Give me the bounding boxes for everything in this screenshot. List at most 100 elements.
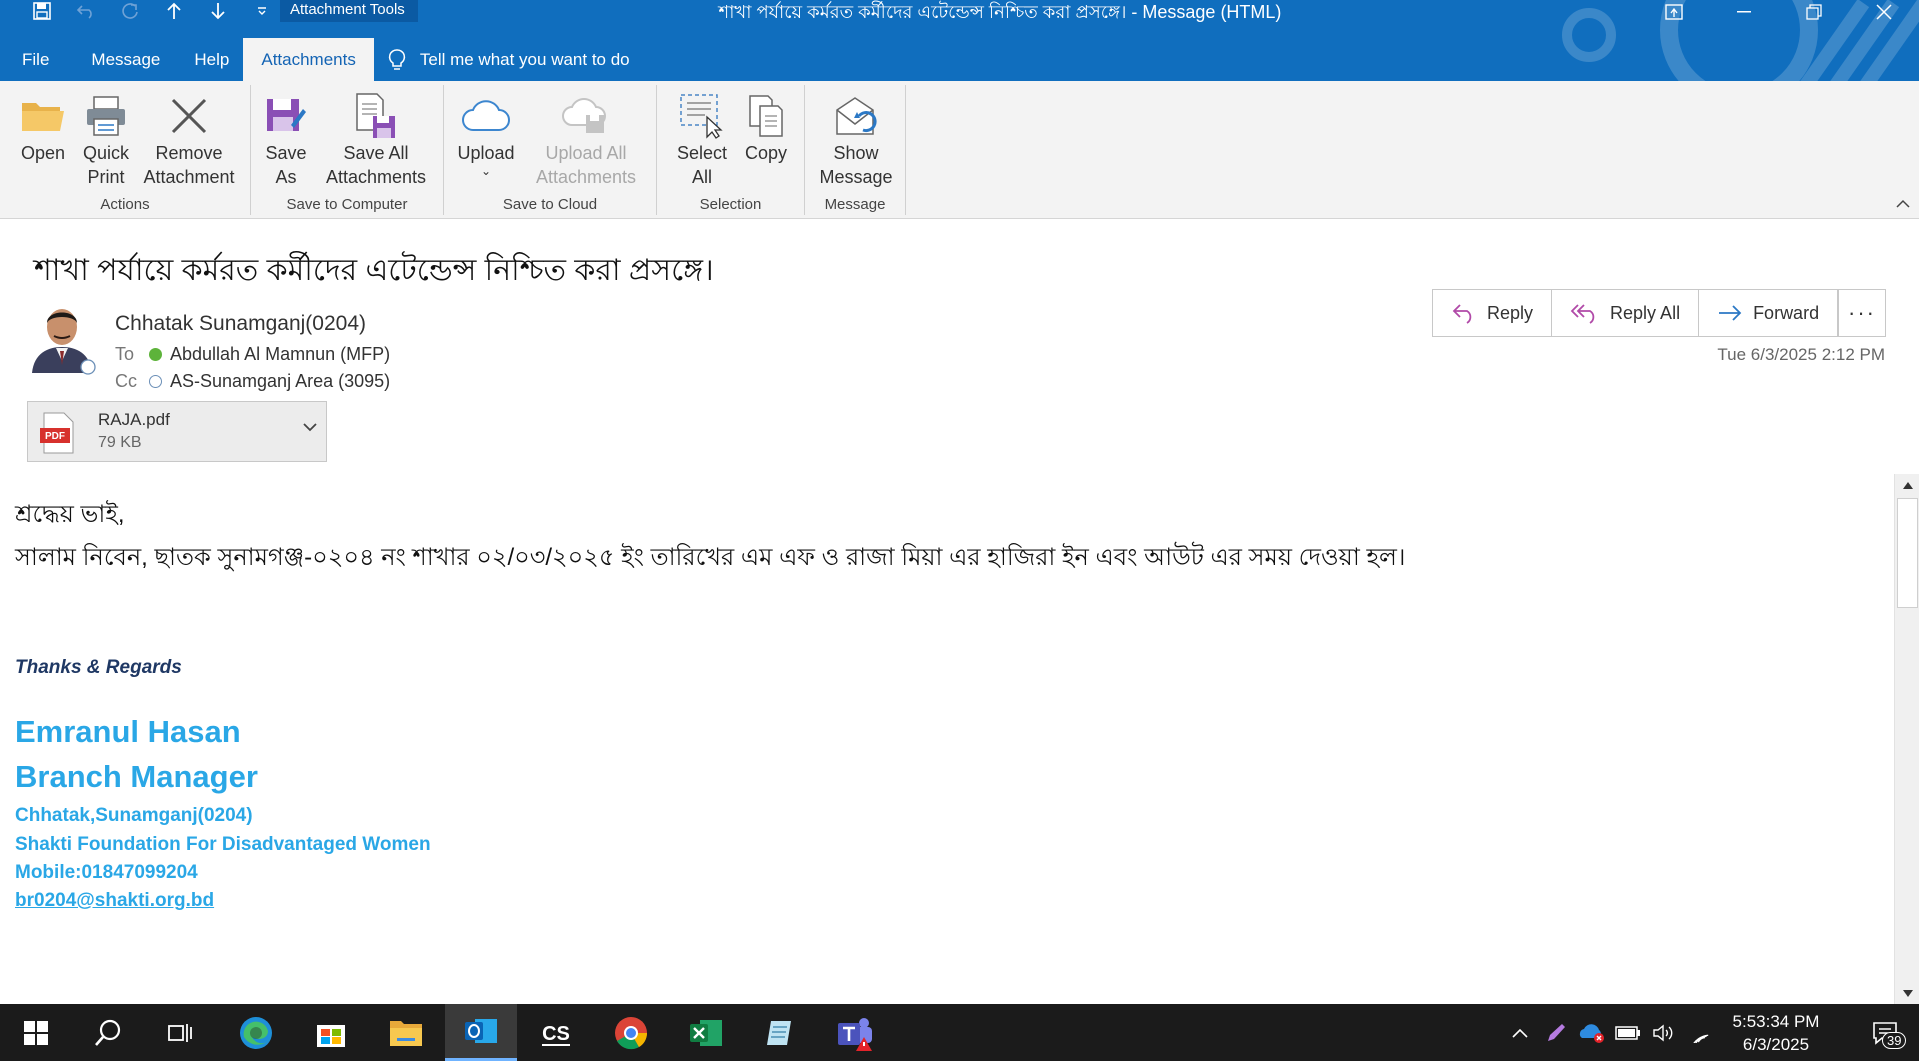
start-button[interactable] [0,1004,72,1061]
chrome-icon [615,1016,648,1049]
arrow-up-icon[interactable] [152,0,196,22]
select-all-icon [680,94,723,139]
body-greeting: শ্রদ্ধেয় ভাই, [15,501,125,528]
reply-button[interactable]: Reply [1433,290,1553,336]
quick-print-button[interactable]: Quick Print [78,91,134,189]
taskbar-edge[interactable] [220,1004,292,1061]
signature-mobile: Mobile:01847099204 [15,862,198,883]
pdf-file-icon: PDF [40,412,74,454]
taskbar-file-explorer[interactable] [370,1004,442,1061]
scrollbar-thumb[interactable] [1897,498,1918,608]
group-selection: Select All Copy Selection [657,85,805,215]
redo-icon[interactable] [108,0,152,22]
presence-status-icon [80,359,96,375]
upload-all-label-2: Attachments [535,167,637,187]
signature-name: Emranul Hasan [15,714,241,749]
action-center-button[interactable]: 39 [1852,1004,1918,1061]
cloud-icon [462,100,510,131]
to-line: To Abdullah Al Mamnun (MFP) [115,344,390,365]
tab-help[interactable]: Help [180,38,243,81]
open-button[interactable]: Open [14,91,72,165]
tray-onedrive[interactable] [1574,1004,1610,1061]
save-all-icon [356,93,395,138]
taskbar-store[interactable] [295,1004,367,1061]
taskbar-outlook[interactable] [445,1004,517,1061]
reply-label: Reply [1487,302,1534,323]
save-all-attachments-button[interactable]: Save All Attachments [319,91,433,189]
cc-recipient[interactable]: AS-Sunamganj Area (3095) [170,371,390,392]
group-actions: Open Quick Print Remove Attachment Actio… [0,85,251,215]
restore-icon[interactable] [1779,0,1849,24]
to-label: To [115,344,135,364]
scroll-up-icon[interactable] [1895,474,1919,496]
tab-message[interactable]: Message [71,38,180,81]
clock-time: 5:53:34 PM [1732,1012,1820,1031]
collapse-ribbon-icon[interactable] [1895,196,1911,214]
chevron-up-icon [1512,1028,1528,1038]
store-icon [317,1024,345,1047]
group-message: Show Message Message [805,85,906,215]
sender-name[interactable]: Chhatak Sunamganj(0204) [115,312,366,336]
signature-email-link[interactable]: br0204@shakti.org.bd [15,890,214,912]
group-label-selection: Selection [699,196,762,213]
upload-button[interactable]: Upload ⌄ [454,91,518,177]
ribbon-display-options-icon[interactable] [1639,0,1709,24]
quick-access-toolbar [20,0,284,22]
forward-label: Forward [1753,302,1820,323]
presence-available-icon [149,348,162,361]
scroll-down-icon[interactable] [1895,982,1919,1004]
save-icon[interactable] [20,0,64,22]
save-as-button[interactable]: Save As [263,91,309,189]
group-label-save-cloud: Save to Cloud [502,196,598,213]
copy-button[interactable]: Copy [737,91,795,165]
tab-file[interactable]: File [0,38,71,81]
taskbar-chrome[interactable] [595,1004,667,1061]
signature-thanks: Thanks & Regards [15,657,182,678]
taskbar-clock[interactable]: 5:53:34 PM 6/3/2025 [1716,1010,1836,1056]
reply-all-button[interactable]: Reply All [1552,290,1700,336]
group-label-save-computer: Save to Computer [286,196,408,213]
upload-label: Upload [457,143,515,163]
notepad-icon [767,1020,791,1045]
select-all-label-2: All [691,167,712,187]
show-message-label-1: Show [833,143,879,163]
printer-icon [87,96,125,136]
windows-logo-icon [24,1020,48,1045]
cs-app-icon: CS [538,1017,574,1048]
show-hidden-icons[interactable] [1502,1004,1538,1061]
tray-network[interactable] [1682,1004,1718,1061]
attachment-card[interactable]: PDF RAJA.pdf 79 KB [27,401,327,462]
folder-icon [22,103,64,131]
taskbar-excel[interactable] [670,1004,742,1061]
tray-volume[interactable] [1646,1004,1682,1061]
to-recipient[interactable]: Abdullah Al Mamnun (MFP) [170,344,390,365]
forward-button[interactable]: Forward [1699,290,1837,336]
signature-title: Branch Manager [15,759,258,794]
search-button[interactable] [72,1004,144,1061]
more-actions-button[interactable]: ··· [1838,289,1886,337]
folder-icon [390,1020,422,1046]
save-all-label-2: Attachments [325,167,427,187]
arrow-down-icon[interactable] [196,0,240,22]
tell-me-box[interactable]: Tell me what you want to do [388,38,630,81]
minimize-icon[interactable] [1709,0,1779,24]
taskbar-teams[interactable] [820,1004,892,1061]
close-icon[interactable] [1849,0,1919,24]
tray-pen[interactable] [1538,1004,1574,1061]
task-view-button[interactable] [144,1004,216,1061]
quick-print-label-2: Print [87,167,125,187]
remove-label-1: Remove [155,143,223,163]
tab-attachments[interactable]: Attachments [243,38,374,81]
taskbar-notepad-app[interactable] [745,1004,817,1061]
remove-attachment-button[interactable]: Remove Attachment [140,91,238,189]
select-all-button[interactable]: Select All [671,91,733,189]
vertical-scrollbar[interactable] [1894,474,1919,1004]
show-message-label-2: Message [819,167,893,187]
attachment-dropdown-icon[interactable] [302,420,318,438]
customize-qat-icon[interactable] [240,0,284,22]
notification-count: 39 [1882,1032,1907,1049]
tray-battery[interactable] [1610,1004,1646,1061]
undo-icon[interactable] [64,0,108,22]
taskbar-cs-app[interactable]: CS [520,1004,592,1061]
show-message-button[interactable]: Show Message [813,91,899,189]
